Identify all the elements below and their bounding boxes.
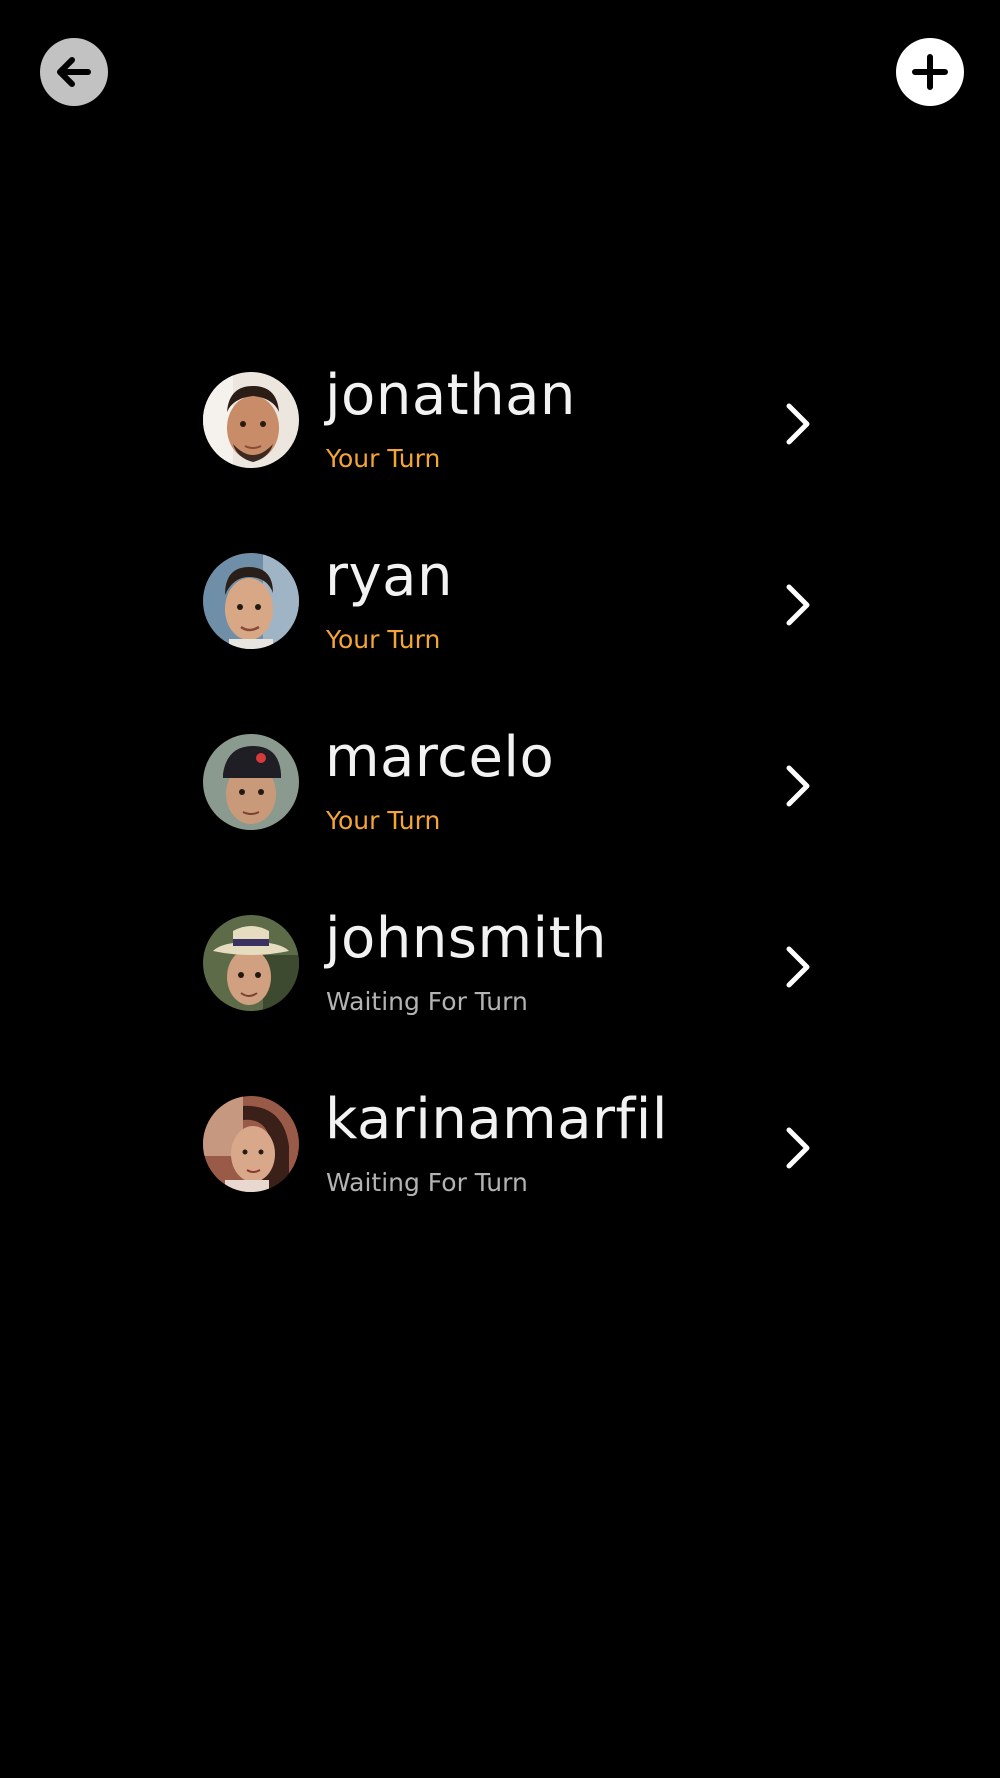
chevron-right-icon xyxy=(777,943,817,991)
chevron-right-icon xyxy=(777,762,817,810)
player-row[interactable]: marcelo Your Turn xyxy=(203,726,823,915)
player-name: jonathan xyxy=(325,363,576,428)
player-status: Your Turn xyxy=(326,806,441,835)
avatar xyxy=(203,372,299,468)
player-row[interactable]: jonathan Your Turn xyxy=(203,364,823,553)
player-name: johnsmith xyxy=(325,906,608,971)
avatar xyxy=(203,915,299,1011)
player-row[interactable]: karinamarfil Waiting For Turn xyxy=(203,1088,823,1277)
chevron-right-icon xyxy=(777,400,817,448)
player-row[interactable]: ryan Your Turn xyxy=(203,545,823,734)
player-name: marcelo xyxy=(325,725,555,790)
add-game-button[interactable] xyxy=(896,38,964,106)
chevron-right-icon xyxy=(777,1124,817,1172)
chevron-right-icon xyxy=(777,581,817,629)
back-button[interactable] xyxy=(40,38,108,106)
player-status: Waiting For Turn xyxy=(326,987,528,1016)
player-status: Your Turn xyxy=(326,625,441,654)
games-screen: jonathan Your Turn ryan Your Turn marcel… xyxy=(0,0,1000,1778)
player-list: jonathan Your Turn ryan Your Turn marcel… xyxy=(203,364,823,1277)
avatar xyxy=(203,734,299,830)
plus-icon xyxy=(908,50,952,94)
player-status: Waiting For Turn xyxy=(326,1168,528,1197)
player-status: Your Turn xyxy=(326,444,441,473)
arrow-left-icon xyxy=(52,50,96,94)
avatar xyxy=(203,553,299,649)
player-row[interactable]: johnsmith Waiting For Turn xyxy=(203,907,823,1096)
player-name: karinamarfil xyxy=(325,1087,668,1152)
avatar xyxy=(203,1096,299,1192)
player-name: ryan xyxy=(325,544,453,609)
